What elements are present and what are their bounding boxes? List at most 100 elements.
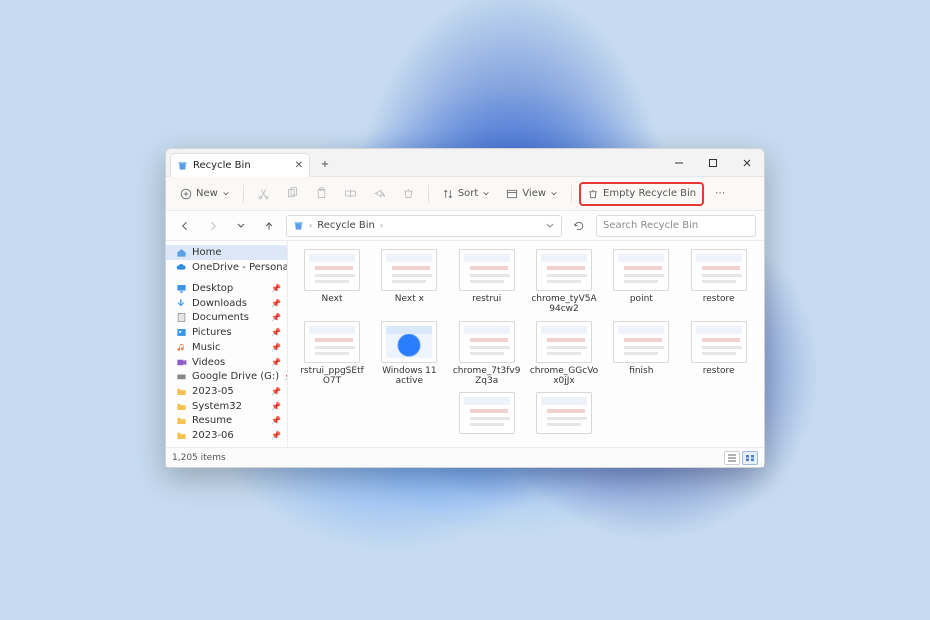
details-view-button[interactable] <box>724 451 740 465</box>
back-button[interactable] <box>174 215 196 237</box>
folder-icon <box>176 415 187 426</box>
sort-button[interactable]: Sort <box>436 182 497 206</box>
up-button[interactable] <box>258 215 280 237</box>
forward-button[interactable] <box>202 215 224 237</box>
cloud-icon <box>176 262 187 273</box>
thumbnail <box>691 321 747 363</box>
tab-recycle-bin[interactable]: Recycle Bin ✕ <box>170 153 310 177</box>
desktop-icon <box>176 283 187 294</box>
sidebar-item-system32[interactable]: System32📌 <box>166 399 287 414</box>
sidebar-item-2023-06[interactable]: 2023-06📌 <box>166 428 287 443</box>
copy-icon <box>286 187 299 200</box>
thumbnail <box>304 321 360 363</box>
chevron-down-icon[interactable] <box>545 221 555 231</box>
new-icon <box>180 188 192 200</box>
chevron-down-icon <box>222 190 230 198</box>
minimize-button[interactable] <box>662 149 696 177</box>
pin-icon: 📌 <box>271 431 281 440</box>
sidebar-item-desktop[interactable]: Desktop📌 <box>166 281 287 296</box>
cut-button[interactable] <box>251 182 276 206</box>
close-tab-icon[interactable]: ✕ <box>295 160 303 171</box>
pin-icon: 📌 <box>271 402 281 411</box>
sidebar-item-music[interactable]: Music📌 <box>166 340 287 355</box>
share-button[interactable] <box>367 182 392 206</box>
thumbnail <box>691 249 747 291</box>
folder-icon <box>176 401 187 412</box>
thumbnail <box>304 249 360 291</box>
folder-icon <box>176 430 187 441</box>
file-item[interactable]: restore <box>683 321 755 387</box>
file-item[interactable]: Next <box>296 249 368 315</box>
sidebar-item-documents[interactable]: Documents📌 <box>166 310 287 325</box>
view-button[interactable]: View <box>500 182 564 206</box>
breadcrumb[interactable]: Recycle Bin <box>317 220 375 231</box>
rename-button[interactable] <box>338 182 363 206</box>
file-item[interactable] <box>528 392 600 434</box>
sort-icon <box>442 188 454 200</box>
videos-icon <box>176 357 187 368</box>
content-pane[interactable]: Next Next x restrui chrome_tyV5A94cw2 po… <box>288 241 764 447</box>
pin-icon: 📌 <box>271 328 281 337</box>
search-input[interactable]: Search Recycle Bin <box>596 215 756 237</box>
thumbnail <box>459 321 515 363</box>
sidebar-item-pictures[interactable]: Pictures📌 <box>166 325 287 340</box>
cut-icon <box>257 187 270 200</box>
window-controls <box>662 149 764 177</box>
file-item[interactable]: chrome_tyV5A94cw2 <box>528 249 600 315</box>
file-item[interactable] <box>451 392 523 434</box>
tab-title: Recycle Bin <box>193 160 251 171</box>
pin-icon: 📌 <box>271 284 281 293</box>
documents-icon <box>176 312 187 323</box>
new-button[interactable]: New <box>174 182 236 206</box>
folder-icon <box>176 386 187 397</box>
file-item[interactable]: Next x <box>373 249 445 315</box>
view-icon <box>506 188 518 200</box>
file-item[interactable]: point <box>605 249 677 315</box>
maximize-button[interactable] <box>696 149 730 177</box>
sidebar-item-resume[interactable]: Resume📌 <box>166 414 287 429</box>
file-item[interactable]: restrui <box>451 249 523 315</box>
status-bar: 1,205 items <box>166 447 764 467</box>
more-button[interactable]: ⋯ <box>708 182 732 206</box>
sidebar-item-google-drive[interactable]: Google Drive (G:)📌 <box>166 369 287 384</box>
pictures-icon <box>176 327 187 338</box>
paste-button[interactable] <box>309 182 334 206</box>
thumbnails-view-button[interactable] <box>742 451 758 465</box>
music-icon <box>176 342 187 353</box>
address-row: › Recycle Bin › Search Recycle Bin <box>166 211 764 241</box>
file-item[interactable]: chrome_GGcVox0jJx <box>528 321 600 387</box>
titlebar: Recycle Bin ✕ + <box>166 149 764 177</box>
pin-icon: 📌 <box>271 299 281 308</box>
thumbnail <box>613 249 669 291</box>
recycle-bin-icon <box>177 160 188 171</box>
file-item[interactable]: rstrui_ppgSEtfO7T <box>296 321 368 387</box>
refresh-button[interactable] <box>568 215 590 237</box>
rename-icon <box>344 187 357 200</box>
sidebar-item-2023-05[interactable]: 2023-05📌 <box>166 384 287 399</box>
file-item[interactable]: chrome_7t3fv9Zq3a <box>451 321 523 387</box>
view-toggle <box>724 451 758 465</box>
thumbnail <box>536 392 592 434</box>
file-item[interactable]: finish <box>605 321 677 387</box>
address-bar[interactable]: › Recycle Bin › <box>286 215 562 237</box>
thumbnail <box>459 392 515 434</box>
home-icon <box>176 247 187 258</box>
file-explorer-window: Recycle Bin ✕ + New Sort V <box>165 148 765 468</box>
recent-locations-button[interactable] <box>230 215 252 237</box>
thumbnail <box>536 321 592 363</box>
close-window-button[interactable] <box>730 149 764 177</box>
file-item[interactable]: restore <box>683 249 755 315</box>
delete-button[interactable] <box>396 182 421 206</box>
chevron-right-icon: › <box>380 221 383 230</box>
window-body: Home OneDrive - Personal Desktop📌 Downlo… <box>166 241 764 447</box>
empty-recycle-bin-button[interactable]: Empty Recycle Bin <box>579 182 704 206</box>
new-tab-button[interactable]: + <box>314 154 336 176</box>
sidebar-item-onedrive[interactable]: OneDrive - Personal <box>166 260 287 275</box>
file-item[interactable]: Windows 11 active <box>373 321 445 387</box>
sidebar-item-videos[interactable]: Videos📌 <box>166 355 287 370</box>
toolbar: New Sort View Empty Recycle Bin ⋯ <box>166 177 764 211</box>
sidebar-item-downloads[interactable]: Downloads📌 <box>166 296 287 311</box>
copy-button[interactable] <box>280 182 305 206</box>
recycle-bin-icon <box>293 220 304 231</box>
sidebar-item-home[interactable]: Home <box>166 245 287 260</box>
